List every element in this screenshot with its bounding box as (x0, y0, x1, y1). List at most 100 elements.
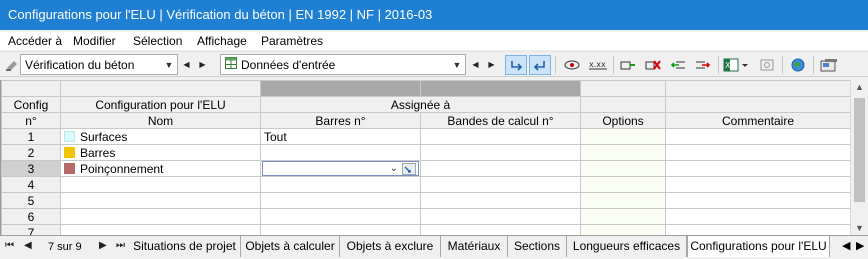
svg-text:X: X (725, 61, 731, 70)
tab-4[interactable]: Matériaux (441, 236, 508, 257)
move-left-icon[interactable] (667, 55, 689, 75)
table-row[interactable]: 1 Surfaces Tout (1, 128, 850, 145)
next-tab-icon[interactable]: ▶ (99, 240, 107, 251)
commentaire-cell[interactable] (665, 144, 850, 161)
barres-cell[interactable] (260, 208, 421, 225)
tab-scroll-left-icon[interactable]: ◀ (842, 239, 850, 252)
table-row[interactable]: 6 (1, 208, 850, 225)
row-number[interactable]: 4 (1, 176, 61, 193)
options-cell[interactable] (580, 208, 666, 225)
tab-5[interactable]: Sections (508, 236, 567, 257)
row-number[interactable]: 2 (1, 144, 61, 161)
options-cell[interactable] (580, 192, 666, 209)
table-row[interactable]: 3 Poinçonnement ⌄ (1, 160, 850, 177)
config-name-cell[interactable] (60, 192, 261, 209)
commentaire-cell[interactable] (665, 224, 850, 235)
view-icon[interactable] (561, 55, 583, 75)
scroll-thumb[interactable] (854, 98, 865, 202)
globe-icon[interactable] (787, 55, 809, 75)
jump-forward-icon[interactable] (529, 55, 551, 75)
scroll-up-icon[interactable]: ▲ (855, 82, 864, 92)
excel-export-icon[interactable]: X (722, 55, 750, 75)
bandes-cell[interactable] (420, 176, 581, 193)
report-icon[interactable] (818, 55, 840, 75)
header-strip (420, 80, 581, 97)
row-number[interactable]: 3 (1, 160, 61, 177)
insert-row-icon[interactable] (617, 55, 639, 75)
header-strip (665, 80, 850, 97)
tab-6[interactable]: Longueurs efficaces (567, 236, 687, 257)
barres-cell[interactable]: Tout (260, 128, 421, 145)
header-configuration-elu: Configuration pour l'ELU (60, 96, 261, 113)
config-name-cell[interactable] (60, 208, 261, 225)
commentaire-cell[interactable] (665, 160, 850, 177)
tab-1[interactable]: Situations de projet (129, 236, 241, 257)
module-select[interactable]: Vérification du béton ▼ (20, 54, 178, 75)
config-name-cell[interactable] (60, 224, 261, 235)
table-row[interactable]: 7 (1, 224, 850, 235)
menu-parametres[interactable]: Paramètres (261, 34, 323, 48)
menu-acceder[interactable]: Accéder à (8, 34, 62, 48)
commentaire-cell[interactable] (665, 176, 850, 193)
table-row[interactable]: 5 (1, 192, 850, 209)
row-number[interactable]: 7 (1, 224, 61, 235)
commentaire-cell[interactable] (665, 208, 850, 225)
first-tab-icon[interactable]: ⏮ (5, 240, 14, 251)
config-name-cell[interactable]: Poinçonnement (60, 160, 261, 177)
tab-3[interactable]: Objets à exclure (340, 236, 441, 257)
tab-2[interactable]: Objets à calculer (241, 236, 340, 257)
header-config-no: n° (1, 112, 61, 129)
menu-affichage[interactable]: Affichage (197, 34, 247, 48)
config-name-cell[interactable]: Barres (60, 144, 261, 161)
vertical-scrollbar[interactable]: ▲ ▼ (850, 80, 868, 235)
previous-tab-icon[interactable]: ◀ (24, 240, 32, 251)
settings-icon[interactable] (756, 55, 778, 75)
next-icon[interactable]: ▶ (197, 56, 208, 73)
menu-modifier[interactable]: Modifier (73, 34, 116, 48)
bandes-cell[interactable] (420, 192, 581, 209)
options-cell[interactable] (580, 144, 666, 161)
tab-7[interactable]: Configurations pour l'ELU (687, 236, 830, 257)
previous-icon[interactable]: ◀ (181, 56, 192, 73)
delete-row-icon[interactable] (642, 55, 664, 75)
chevron-down-icon[interactable]: ⌄ (390, 162, 398, 176)
config-name: Poinçonnement (80, 161, 164, 176)
options-cell[interactable] (580, 160, 666, 177)
table-row[interactable]: 2 Barres (1, 144, 850, 161)
jump-back-icon[interactable] (505, 55, 527, 75)
next-icon[interactable]: ▶ (486, 56, 497, 73)
scroll-down-icon[interactable]: ▼ (855, 223, 864, 233)
row-number[interactable]: 1 (1, 128, 61, 145)
pick-select-icon[interactable] (402, 163, 416, 175)
menu-selection[interactable]: Sélection (133, 34, 182, 48)
bandes-cell[interactable] (420, 160, 581, 177)
previous-icon[interactable]: ◀ (470, 56, 481, 73)
barres-cell[interactable] (260, 144, 421, 161)
commentaire-cell[interactable] (665, 192, 850, 209)
options-cell[interactable] (580, 128, 666, 145)
commentaire-cell[interactable] (665, 128, 850, 145)
input-select[interactable]: Données d'entrée ▼ (220, 54, 466, 75)
options-cell[interactable] (580, 176, 666, 193)
move-right-icon[interactable] (692, 55, 714, 75)
config-name-cell[interactable] (60, 176, 261, 193)
config-name-cell[interactable]: Surfaces (60, 128, 261, 145)
last-tab-icon[interactable]: ⏭ (116, 240, 125, 251)
barres-cell[interactable] (260, 192, 421, 209)
row-number[interactable]: 6 (1, 208, 61, 225)
table-row[interactable]: 4 (1, 176, 850, 193)
number-format-icon[interactable]: x.xx (587, 55, 609, 75)
barres-cell[interactable]: ⌄ (260, 160, 421, 177)
barres-cell[interactable] (260, 224, 421, 235)
page-count: 7 sur 9 (48, 241, 82, 253)
bandes-cell[interactable] (420, 144, 581, 161)
bandes-cell[interactable] (420, 208, 581, 225)
row-number[interactable]: 5 (1, 192, 61, 209)
tab-scroll-right-icon[interactable]: ▶ (856, 239, 864, 252)
bandes-cell[interactable] (420, 128, 581, 145)
toolbar-separator (718, 56, 719, 74)
barres-cell[interactable] (260, 176, 421, 193)
options-cell[interactable] (580, 224, 666, 235)
bandes-cell[interactable] (420, 224, 581, 235)
barres-dropdown[interactable]: ⌄ (262, 161, 419, 176)
